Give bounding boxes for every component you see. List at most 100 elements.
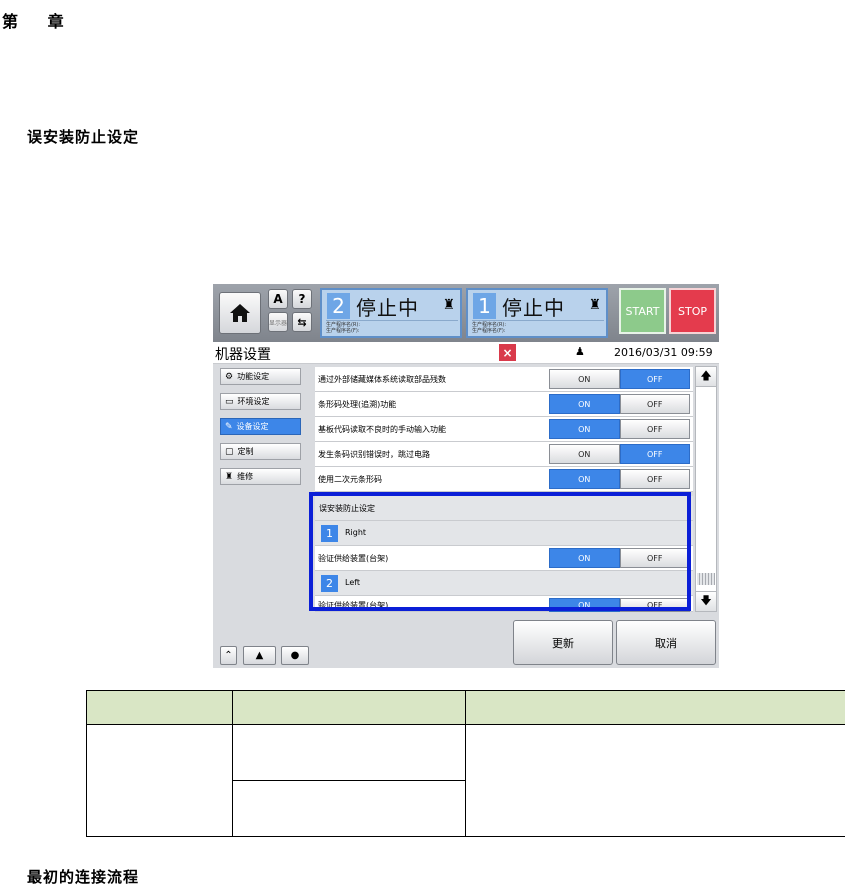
on-option[interactable]: ON	[549, 469, 620, 489]
table-header-cell	[232, 690, 466, 725]
info-button[interactable]: ●	[281, 646, 309, 665]
sidebar-item-label: 维修	[237, 472, 254, 481]
highlight-frame	[309, 492, 691, 611]
update-button[interactable]: 更新	[513, 620, 613, 665]
sidebar-item-label: 功能设定	[237, 372, 270, 381]
close-button[interactable]: ×	[499, 344, 516, 361]
setting-row: 使用二次元条形码 ON OFF	[315, 467, 693, 492]
table-cell	[465, 724, 845, 837]
section-heading: 误安装防止设定	[27, 128, 140, 146]
setting-row: 条形码处理(追溯)功能 ON OFF	[315, 392, 693, 417]
function-settings-icon: ⚙	[225, 371, 234, 382]
sidebar-item-maintenance[interactable]: ♜ 维修	[220, 468, 301, 485]
lane-status: 停止中	[356, 296, 419, 320]
chapter-heading: 第 章	[2, 12, 76, 31]
cancel-button[interactable]: 取消	[616, 620, 716, 665]
table-cell	[86, 724, 233, 837]
sidebar: ⚙ 功能设定 ▭ 环境设定 ✎ 设备设定 ▢ 定制 ♜ 维修	[213, 364, 311, 668]
setting-row: 通过外部储藏媒体系统读取部品残数 ON OFF	[315, 367, 693, 392]
spec-table	[86, 690, 845, 837]
scroll-up-button[interactable]: 🡅	[696, 367, 716, 387]
maintenance-icon: ♜	[225, 471, 234, 482]
off-option[interactable]: OFF	[619, 394, 690, 414]
on-option[interactable]: ON	[549, 444, 620, 464]
sidebar-item-label: 设备设定	[236, 422, 269, 431]
on-off-toggle[interactable]: ON OFF	[549, 394, 690, 414]
top-toolbar: A ? 显示器 ⇆ 2 停止中 ♜ 生产程序名(R): 生产程序名(F): 1 停…	[213, 284, 719, 342]
monitor-button[interactable]: 显示器	[268, 312, 288, 332]
display-button[interactable]: A	[268, 289, 288, 309]
setting-label: 条形码处理(追溯)功能	[318, 400, 397, 409]
on-option[interactable]: ON	[549, 419, 620, 439]
table-header-cell	[86, 690, 233, 725]
custom-icon: ▢	[225, 446, 234, 457]
usb-icon: ⇆	[297, 315, 307, 329]
table-header-row	[86, 690, 845, 725]
on-option[interactable]: ON	[549, 394, 620, 414]
sidebar-item-custom[interactable]: ▢ 定制	[220, 443, 301, 460]
lane-2-status-panel[interactable]: 2 停止中 ♜ 生产程序名(R): 生产程序名(F):	[320, 288, 462, 338]
warning-button[interactable]: ▲	[243, 646, 276, 665]
setting-label: 基板代码读取不良时的手动输入功能	[318, 425, 446, 434]
table-header-cell	[465, 690, 845, 725]
scroll-thumb[interactable]	[697, 573, 715, 585]
sidebar-item-label: 环境设定	[237, 397, 270, 406]
monitor-icon: ▭	[225, 396, 234, 407]
on-option[interactable]: ON	[549, 369, 620, 389]
help-button[interactable]: ?	[292, 289, 312, 309]
lane-operator-icon: ♜	[442, 297, 455, 313]
setting-row: 发生条码识别错误时，跳过电路 ON OFF	[315, 442, 693, 467]
lane-number: 2	[327, 293, 350, 319]
next-section-heading: 最初的连接流程	[27, 868, 140, 886]
table-row	[86, 724, 845, 837]
lane-status: 停止中	[502, 296, 565, 320]
lane-number: 1	[473, 293, 496, 319]
home-icon	[230, 304, 250, 322]
sidebar-item-label: 定制	[237, 447, 254, 456]
sidebar-item-function[interactable]: ⚙ 功能设定	[220, 368, 301, 385]
setting-label: 发生条码识别错误时，跳过电路	[318, 450, 430, 459]
table-cell	[232, 780, 466, 837]
scrollbar[interactable]: 🡅 🡇	[695, 366, 717, 612]
setting-label: 通过外部储藏媒体系统读取部品残数	[318, 375, 446, 384]
scroll-top-button[interactable]: ⌃	[220, 646, 237, 665]
off-option[interactable]: OFF	[619, 419, 690, 439]
datetime: 2016/03/31 09:59	[614, 346, 713, 359]
program-f-label: 生产程序名(F):	[326, 328, 360, 334]
stop-button[interactable]: STOP	[669, 288, 716, 334]
double-chevron-up-icon: ⌃	[224, 650, 233, 661]
on-off-toggle[interactable]: ON OFF	[549, 419, 690, 439]
close-icon: ×	[502, 345, 513, 360]
info-icon: ●	[290, 650, 300, 661]
warning-icon: ▲	[255, 650, 264, 661]
off-option[interactable]: OFF	[619, 444, 690, 464]
off-option[interactable]: OFF	[619, 469, 690, 489]
lane-program-info: 生产程序名(R): 生产程序名(F):	[326, 320, 458, 334]
setting-row: 基板代码读取不良时的手动输入功能 ON OFF	[315, 417, 693, 442]
usb-button[interactable]: ⇆	[292, 312, 312, 332]
start-button[interactable]: START	[619, 288, 666, 334]
arrow-up-icon: 🡅	[700, 369, 712, 382]
scroll-down-button[interactable]: 🡇	[696, 591, 716, 611]
setting-label: 使用二次元条形码	[318, 475, 382, 484]
lane-operator-icon: ♜	[588, 297, 601, 313]
sidebar-item-device[interactable]: ✎ 设备设定	[220, 418, 301, 435]
monitor-label: 显示器	[269, 319, 288, 327]
machine-settings-screenshot: A ? 显示器 ⇆ 2 停止中 ♜ 生产程序名(R): 生产程序名(F): 1 停…	[213, 284, 719, 668]
on-off-toggle[interactable]: ON OFF	[549, 444, 690, 464]
on-off-toggle[interactable]: ON OFF	[549, 469, 690, 489]
lane-1-status-panel[interactable]: 1 停止中 ♜ 生产程序名(R): 生产程序名(F):	[466, 288, 608, 338]
program-f-label: 生产程序名(F):	[472, 328, 506, 334]
sidebar-item-environment[interactable]: ▭ 环境设定	[220, 393, 301, 410]
user-icon: ♟	[575, 345, 585, 358]
lane-program-info: 生产程序名(R): 生产程序名(F):	[472, 320, 604, 334]
table-cell	[232, 724, 466, 781]
screen-titlebar: 机器设置 × ♟ 2016/03/31 09:59	[213, 342, 719, 364]
screen-title: 机器设置	[215, 347, 271, 363]
arrow-down-icon: 🡇	[700, 594, 712, 607]
a-icon: A	[273, 292, 283, 306]
on-off-toggle[interactable]: ON OFF	[549, 369, 690, 389]
home-button[interactable]	[219, 292, 261, 334]
question-icon: ?	[298, 292, 306, 306]
off-option[interactable]: OFF	[619, 369, 690, 389]
